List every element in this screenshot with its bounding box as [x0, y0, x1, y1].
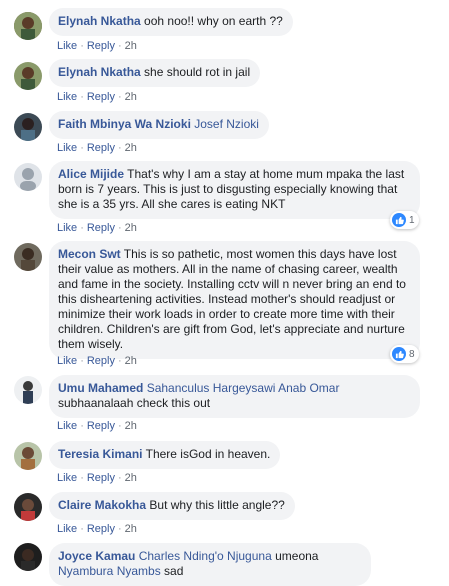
timestamp[interactable]: 2h — [125, 523, 137, 535]
comment-actions: Like · Reply · 2h — [57, 523, 137, 535]
comment-text: she should rot in jail — [144, 65, 251, 79]
comment-author[interactable]: Joyce Kamau — [58, 549, 135, 563]
timestamp[interactable]: 2h — [125, 420, 137, 432]
mention-tag[interactable]: Charles Nding'o Njuguna — [139, 549, 272, 563]
avatar[interactable] — [14, 493, 42, 521]
avatar[interactable] — [14, 243, 42, 271]
mention-tag[interactable]: Nyambura Nyambs — [58, 564, 161, 578]
comment-text: subhaanalaah check this out — [58, 396, 211, 410]
reply-link[interactable]: Reply — [87, 420, 115, 432]
comment-actions: Like · Reply · 2h — [57, 222, 137, 234]
avatar[interactable] — [14, 62, 42, 90]
comment-text: But why this little angle?? — [149, 498, 285, 512]
mention-tag[interactable]: Sahanculus Hargeysawi Anab Omar — [147, 381, 340, 395]
reply-link[interactable]: Reply — [87, 142, 115, 154]
timestamp[interactable]: 2h — [125, 40, 137, 52]
reaction-number: 8 — [409, 348, 415, 360]
like-link[interactable]: Like — [57, 142, 77, 154]
like-reaction-icon — [392, 347, 406, 361]
comment-author[interactable]: Alice Mijide — [58, 167, 124, 181]
timestamp[interactable]: 2h — [125, 142, 137, 154]
comment-bubble: Teresia Kimani There isGod in heaven. — [49, 441, 281, 469]
like-link[interactable]: Like — [57, 523, 77, 535]
comment-text: There isGod in heaven. — [145, 447, 271, 461]
comment-author[interactable]: Faith Mbinya Wa Nzioki — [58, 117, 191, 131]
mention-tag[interactable]: Josef Nzioki — [194, 117, 259, 131]
comment-actions: Like · Reply · 2h — [57, 142, 137, 154]
comment-actions: Like · Reply · 2h — [57, 40, 137, 52]
comment-actions: Like · Reply · 2h — [57, 91, 137, 103]
comment-bubble: Joyce Kamau Charles Nding'o Njuguna umeo… — [49, 543, 371, 586]
comment-bubble: Elynah Nkatha she should rot in jail — [49, 59, 261, 87]
like-link[interactable]: Like — [57, 420, 77, 432]
reply-link[interactable]: Reply — [87, 40, 115, 52]
reaction-count[interactable]: 1 — [390, 211, 419, 229]
avatar[interactable] — [14, 543, 42, 571]
comment-text: This is so pathetic, most women this day… — [58, 247, 406, 351]
comment-text: ooh noo!! why on earth ?? — [144, 14, 283, 28]
like-link[interactable]: Like — [57, 472, 77, 484]
comment-bubble: Alice Mijide That's why I am a stay at h… — [49, 161, 420, 219]
comment-bubble: Claire Makokha But why this little angle… — [49, 492, 295, 520]
timestamp[interactable]: 2h — [125, 222, 137, 234]
reply-link[interactable]: Reply — [87, 472, 115, 484]
like-link[interactable]: Like — [57, 222, 77, 234]
avatar[interactable] — [14, 12, 42, 40]
comment-text: umeona — [275, 549, 319, 563]
like-link[interactable]: Like — [57, 355, 77, 367]
avatar[interactable] — [14, 442, 42, 470]
comment-bubble: Umu Mahamed Sahanculus Hargeysawi Anab O… — [49, 375, 420, 418]
like-link[interactable]: Like — [57, 40, 77, 52]
comment-actions: Like · Reply · 2h — [57, 355, 137, 367]
reaction-number: 1 — [409, 214, 415, 226]
timestamp[interactable]: 2h — [125, 472, 137, 484]
comment-text: sad — [164, 564, 184, 578]
comment-actions: Like · Reply · 2h — [57, 472, 137, 484]
comment-author[interactable]: Teresia Kimani — [58, 447, 142, 461]
comment-author[interactable]: Mecon Swt — [58, 247, 121, 261]
like-link[interactable]: Like — [57, 91, 77, 103]
comment-bubble: Elynah Nkatha ooh noo!! why on earth ?? — [49, 8, 293, 36]
comment-author[interactable]: Elynah Nkatha — [58, 14, 141, 28]
reply-link[interactable]: Reply — [87, 91, 115, 103]
comment-author[interactable]: Elynah Nkatha — [58, 65, 141, 79]
avatar[interactable] — [14, 113, 42, 141]
comment-bubble: Mecon Swt This is so pathetic, most wome… — [49, 241, 420, 359]
comment-author[interactable]: Umu Mahamed — [58, 381, 143, 395]
comment-actions: Like · Reply · 2h — [57, 420, 137, 432]
avatar[interactable] — [14, 376, 42, 404]
timestamp[interactable]: 2h — [125, 91, 137, 103]
like-reaction-icon — [392, 213, 406, 227]
comment-author[interactable]: Claire Makokha — [58, 498, 146, 512]
comment-bubble: Faith Mbinya Wa Nzioki Josef Nzioki — [49, 111, 269, 139]
reply-link[interactable]: Reply — [87, 355, 115, 367]
reply-link[interactable]: Reply — [87, 222, 115, 234]
reply-link[interactable]: Reply — [87, 523, 115, 535]
avatar[interactable] — [14, 163, 42, 191]
timestamp[interactable]: 2h — [125, 355, 137, 367]
reaction-count[interactable]: 8 — [390, 345, 419, 363]
